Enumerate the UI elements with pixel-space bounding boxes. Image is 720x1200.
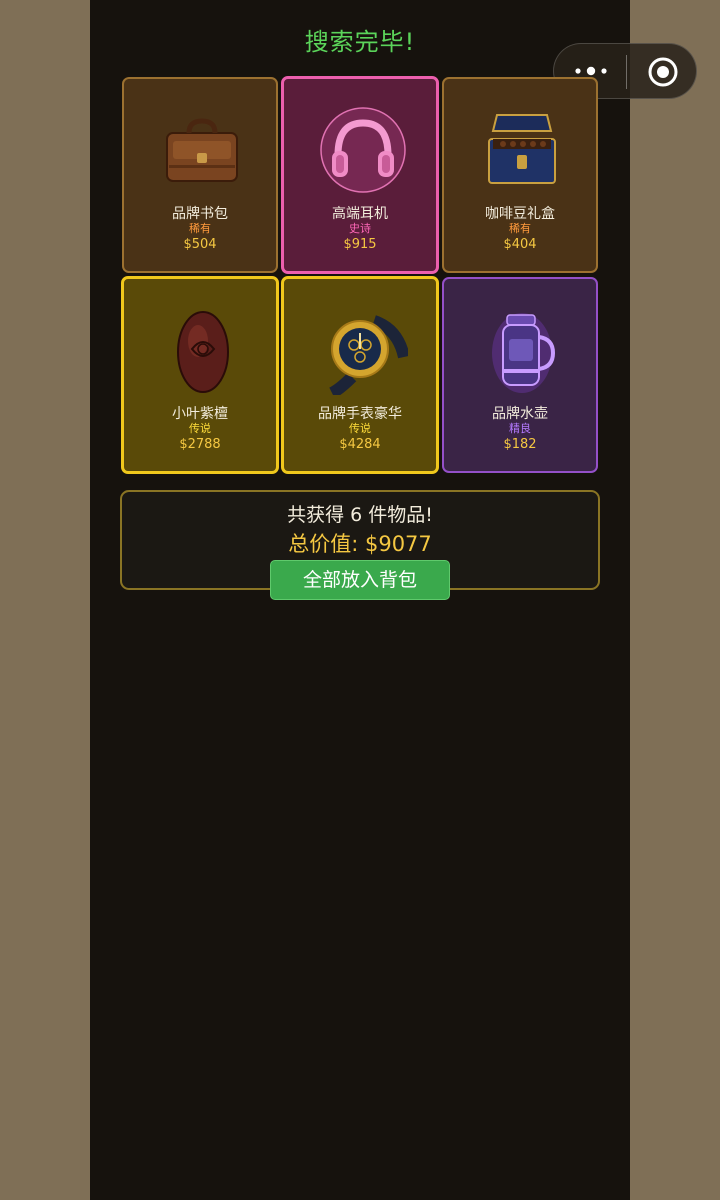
flask-icon (492, 313, 556, 393)
item-card-headphones[interactable]: 高端耳机 史诗 $915 (281, 76, 439, 274)
item-card-flask[interactable]: 品牌水壶 精良 $182 (442, 277, 598, 473)
item-price: $915 (343, 237, 377, 252)
item-rarity: 稀有 (189, 222, 211, 235)
item-rarity: 传说 (349, 422, 371, 435)
item-rarity: 稀有 (509, 222, 531, 235)
item-count-text: 共获得 6 件物品! (287, 504, 433, 526)
item-price: $182 (503, 437, 537, 452)
capsule-divider (626, 55, 627, 89)
headphones-icon (320, 107, 406, 193)
item-card-briefcase[interactable]: 品牌书包 稀有 $504 (122, 77, 278, 273)
watch-icon (329, 315, 408, 395)
search-complete-title: 搜索完毕! (304, 28, 416, 56)
target-circle-icon[interactable] (647, 56, 679, 88)
briefcase-icon (166, 118, 238, 182)
item-rarity: 史诗 (349, 222, 371, 235)
gift-box-icon (488, 114, 556, 184)
item-price: $2788 (179, 437, 221, 452)
item-card-watch[interactable]: 品牌手表豪华 传说 $4284 (281, 276, 439, 474)
item-card-gift-box[interactable]: 咖啡豆礼盒 稀有 $404 (442, 77, 598, 273)
item-price: $504 (183, 237, 217, 252)
store-all-button[interactable]: 全部放入背包 (270, 560, 450, 600)
carved-wood-icon (177, 311, 229, 393)
item-price: $404 (503, 237, 537, 252)
item-price: $4284 (339, 437, 381, 452)
item-card-rosewood[interactable]: 小叶紫檀 传说 $2788 (121, 276, 279, 474)
total-value-text: 总价值: $9077 (288, 532, 432, 556)
item-rarity: 精良 (509, 422, 531, 435)
item-rarity: 传说 (189, 422, 211, 435)
